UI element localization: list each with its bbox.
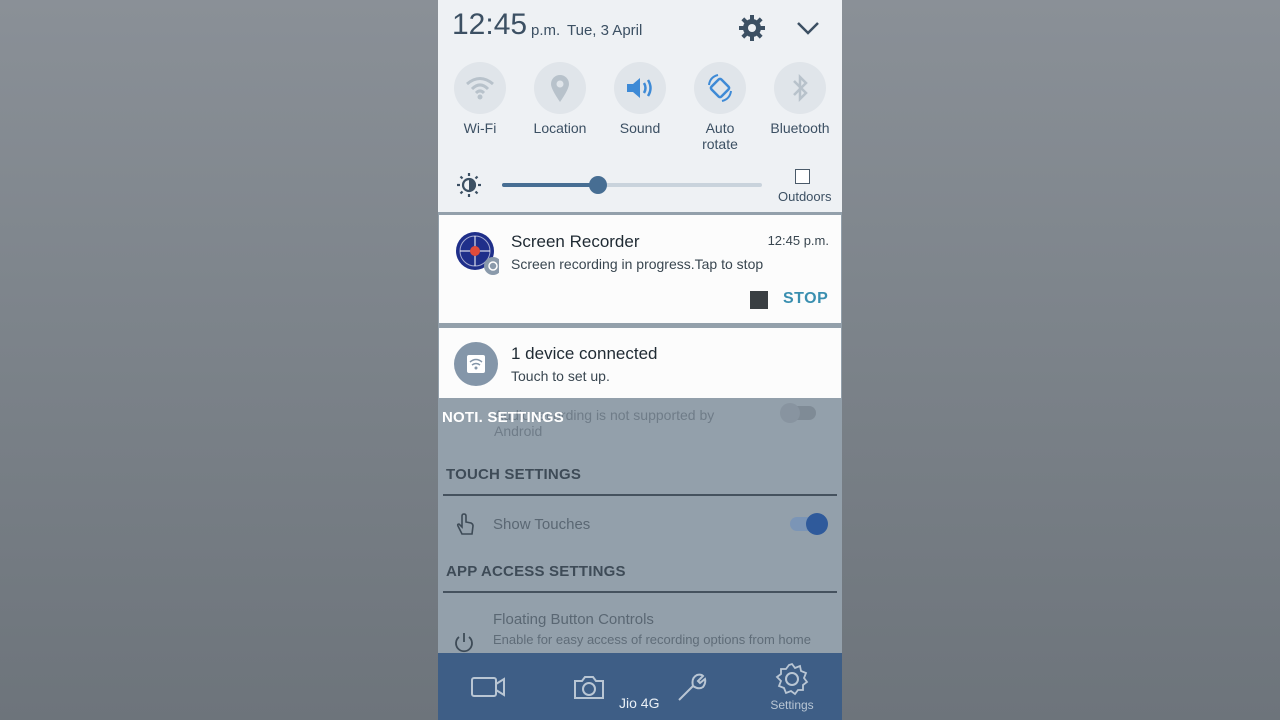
wifi-icon xyxy=(466,77,494,100)
audio-toggle[interactable] xyxy=(780,403,816,423)
notification-screen-recorder[interactable]: Screen Recorder Screen recording in prog… xyxy=(439,215,841,323)
section-divider xyxy=(443,591,837,593)
settings-gear-icon[interactable] xyxy=(738,14,766,42)
app-access-header: APP ACCESS SETTINGS xyxy=(446,563,626,580)
tab-tools[interactable] xyxy=(650,653,730,720)
touch-hand-icon xyxy=(456,513,474,535)
stop-square-icon[interactable] xyxy=(750,291,768,309)
clock-ampm: p.m. xyxy=(531,22,561,39)
show-touches-toggle[interactable] xyxy=(790,513,828,535)
qs-wifi-label: Wi-Fi xyxy=(463,120,497,136)
chevron-down-icon[interactable] xyxy=(794,16,822,40)
notification-title: Screen Recorder xyxy=(511,232,640,251)
qs-auto-rotate-circle xyxy=(694,62,746,114)
qs-wifi-circle xyxy=(454,62,506,114)
qs-auto-rotate-label: Auto rotate xyxy=(702,120,738,152)
tab-settings-label: Settings xyxy=(770,697,814,712)
stop-button[interactable]: STOP xyxy=(783,290,828,308)
qs-sound-circle xyxy=(614,62,666,114)
clock-date: Tue, 3 April xyxy=(567,22,643,39)
brightness-icon xyxy=(457,173,481,197)
qs-bluetooth-circle xyxy=(774,62,826,114)
qs-sound[interactable]: Sound xyxy=(600,62,680,136)
brightness-slider-handle[interactable] xyxy=(589,176,608,194)
power-icon xyxy=(455,633,473,653)
brightness-slider[interactable] xyxy=(502,176,762,194)
notification-text: Screen recording in progress.Tap to stop xyxy=(511,256,764,272)
speaker-icon xyxy=(627,78,652,98)
notification-time: 12:45 p.m. xyxy=(767,233,829,248)
floating-controls-title[interactable]: Floating Button Controls xyxy=(493,611,654,628)
outdoors-checkbox[interactable] xyxy=(795,169,810,184)
qs-location[interactable]: Location xyxy=(520,62,600,136)
qs-bluetooth-label: Bluetooth xyxy=(770,120,830,136)
noti-settings-button[interactable]: NOTI. SETTINGS xyxy=(442,409,564,426)
notification-text: Touch to set up. xyxy=(511,368,610,384)
qs-bluetooth[interactable]: Bluetooth xyxy=(760,62,840,136)
tab-video[interactable] xyxy=(448,653,528,720)
brightness-slider-fill xyxy=(502,183,599,187)
tab-settings[interactable]: Settings xyxy=(752,653,832,720)
notification-shade: 12:45 p.m. Tue, 3 April Wi-Fi Location S… xyxy=(438,0,842,212)
qs-wifi[interactable]: Wi-Fi xyxy=(440,62,520,136)
show-touches-label: Show Touches xyxy=(493,516,591,533)
camera-icon xyxy=(574,675,604,699)
section-divider xyxy=(443,494,837,496)
qs-sound-label: Sound xyxy=(619,120,661,136)
qs-location-circle xyxy=(534,62,586,114)
phone-screen: Audio recording is not supported by Andr… xyxy=(438,0,842,720)
floating-controls-sub: Enable for easy access of recording opti… xyxy=(493,632,811,647)
qs-location-label: Location xyxy=(533,120,587,136)
outdoors-label: Outdoors xyxy=(778,189,832,204)
auto-rotate-icon xyxy=(708,74,732,102)
tab-screenshot[interactable] xyxy=(549,653,629,720)
video-camera-icon xyxy=(471,676,505,697)
screen-recorder-app-icon xyxy=(456,232,499,275)
location-pin-icon xyxy=(551,75,569,102)
bluetooth-icon xyxy=(793,73,808,103)
notification-device-connected[interactable]: 1 device connected Touch to set up. xyxy=(439,328,841,398)
touch-settings-header: TOUCH SETTINGS xyxy=(446,466,582,483)
carrier-label: Jio 4G xyxy=(619,695,660,711)
notification-title: 1 device connected xyxy=(511,344,658,363)
clock-time: 12:45 xyxy=(452,8,528,41)
wrench-icon xyxy=(678,673,707,701)
device-connection-icon xyxy=(454,342,498,386)
settings-gear-icon xyxy=(775,662,809,695)
qs-auto-rotate[interactable]: Auto rotate xyxy=(680,62,760,152)
